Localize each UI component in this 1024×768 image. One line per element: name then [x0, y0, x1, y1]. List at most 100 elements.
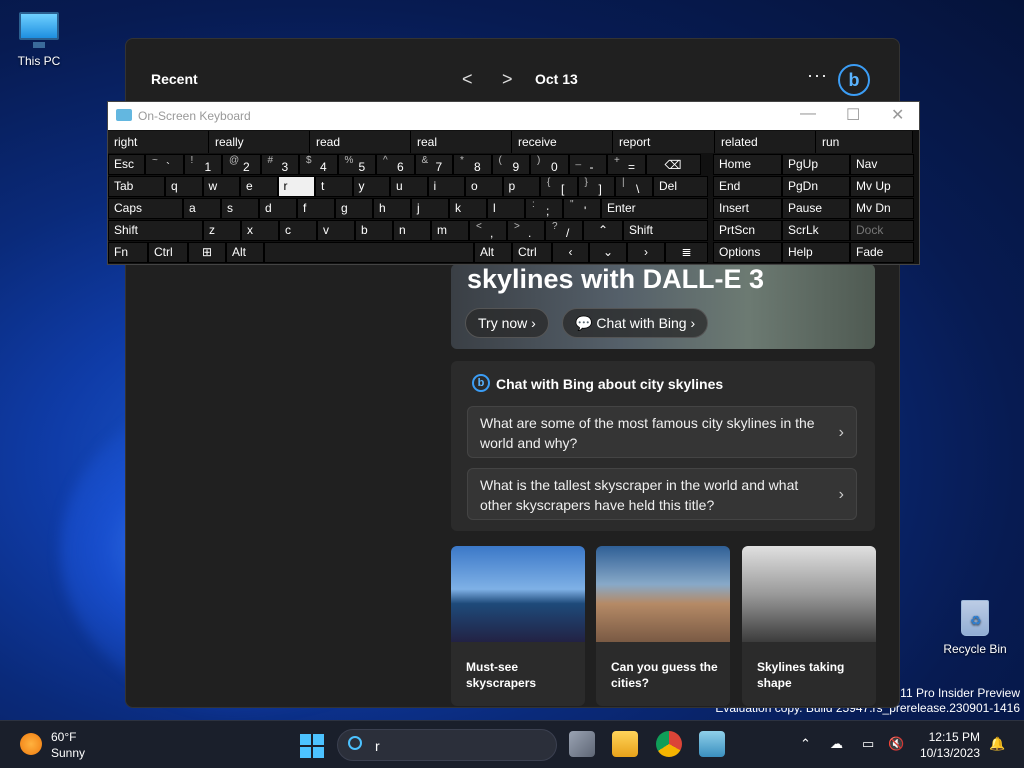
on-screen-keyboard-taskbar-icon[interactable] — [699, 731, 725, 757]
right-arrow-key[interactable]: › — [627, 242, 665, 263]
key-5[interactable]: % 5 — [337, 154, 376, 175]
right-shift-key[interactable]: Shift — [623, 220, 708, 241]
suggestion-related[interactable]: related — [715, 131, 816, 153]
next-day-button[interactable]: > — [502, 69, 513, 90]
tile-skylines-taking-shape[interactable]: Skylines taking shape — [742, 546, 876, 706]
help-key[interactable]: Help — [782, 242, 850, 263]
sun-icon[interactable] — [20, 733, 42, 755]
suggestion-right[interactable]: right — [108, 131, 209, 153]
suggestion-really[interactable]: really — [209, 131, 310, 153]
key-9[interactable]: (9 — [491, 154, 530, 175]
key-c[interactable]: c — [279, 220, 317, 241]
key-b[interactable]: b — [355, 220, 393, 241]
scrlk-key[interactable]: ScrLk — [782, 220, 850, 241]
maximize-button[interactable]: ☐ — [846, 105, 860, 125]
key-punct-1[interactable]: " ' — [563, 198, 601, 219]
down-arrow-key[interactable]: ⌄ — [589, 242, 627, 263]
start-button[interactable] — [300, 734, 324, 758]
fn-key[interactable]: Fn — [108, 242, 148, 263]
chrome-icon[interactable] — [656, 731, 682, 757]
tile-guess-the-cities[interactable]: Can you guess the cities? — [596, 546, 730, 706]
hero-card[interactable]: skylines with DALL-E 3 Try now › 💬 Chat … — [451, 264, 875, 349]
key-0[interactable]: ) 0 — [530, 154, 569, 175]
pgup-key[interactable]: PgUp — [782, 154, 850, 175]
key-q[interactable]: q — [165, 176, 203, 197]
suggestion-real[interactable]: real — [411, 131, 512, 153]
suggestion-report[interactable]: report — [613, 131, 715, 153]
key-m[interactable]: m — [431, 220, 469, 241]
mvup-key[interactable]: Mv Up — [850, 176, 914, 197]
minimize-button[interactable]: — — [800, 105, 816, 123]
del-key[interactable]: Del — [653, 176, 708, 197]
chat-question-2[interactable]: What is the tallest skyscraper in the wo… — [467, 468, 857, 520]
task-view-icon[interactable] — [569, 731, 595, 757]
menu-key-icon[interactable]: ≣ — [665, 242, 708, 263]
nav-key[interactable]: Nav — [850, 154, 914, 175]
right-ctrl-key[interactable]: Ctrl — [512, 242, 552, 263]
suggestion-read[interactable]: read — [310, 131, 411, 153]
key-w[interactable]: w — [202, 176, 240, 197]
key-p[interactable]: p — [502, 176, 540, 197]
key-y[interactable]: y — [352, 176, 390, 197]
key-punct-b0[interactable]: <, — [469, 220, 507, 241]
file-explorer-icon[interactable] — [612, 731, 638, 757]
key-n[interactable]: n — [393, 220, 431, 241]
key-f[interactable]: f — [297, 198, 335, 219]
key-h[interactable]: h — [373, 198, 411, 219]
key-r[interactable]: r — [277, 176, 315, 197]
suggestion-run[interactable]: run — [816, 131, 913, 153]
key-o[interactable]: o — [465, 176, 503, 197]
key-2[interactable]: @2 — [222, 154, 261, 175]
desktop-icon-this-pc[interactable]: This PC — [4, 10, 74, 68]
key-i[interactable]: i — [427, 176, 465, 197]
key-8[interactable]: * 8 — [453, 154, 492, 175]
network-icon[interactable]: ▭ — [862, 736, 874, 752]
key-4[interactable]: $4 — [299, 154, 338, 175]
fade-key[interactable]: Fade — [850, 242, 914, 263]
bing-icon[interactable]: b — [838, 64, 870, 96]
key-v[interactable]: v — [317, 220, 355, 241]
key-g[interactable]: g — [335, 198, 373, 219]
key-z[interactable]: z — [203, 220, 241, 241]
more-options-button[interactable]: ··· — [807, 65, 828, 86]
osk-titlebar[interactable]: On-Screen Keyboard — ☐ ✕ — [108, 102, 919, 130]
key-=[interactable]: + = — [607, 154, 646, 175]
key-punct-b2[interactable]: ? / — [545, 220, 583, 241]
key-d[interactable]: d — [259, 198, 297, 219]
key--[interactable]: _ - — [568, 154, 607, 175]
cloud-icon[interactable]: ☁ — [830, 736, 843, 752]
prev-day-button[interactable]: < — [462, 69, 473, 90]
right-alt-key[interactable]: Alt — [474, 242, 512, 263]
key-j[interactable]: j — [411, 198, 449, 219]
chevron-up-icon[interactable]: ⌃ — [800, 736, 811, 752]
end-key[interactable]: End — [713, 176, 782, 197]
key-s[interactable]: s — [221, 198, 259, 219]
tile-must-see-skyscrapers[interactable]: Must-see skyscrapers — [451, 546, 585, 706]
desktop-icon-recycle-bin[interactable]: ♻ Recycle Bin — [940, 598, 1010, 656]
options-key[interactable]: Options — [713, 242, 782, 263]
search-input[interactable]: r — [337, 729, 557, 761]
notification-bell-icon[interactable]: 🔔 — [989, 736, 1005, 752]
left-shift-key[interactable]: Shift — [108, 220, 203, 241]
home-key[interactable]: Home — [713, 154, 782, 175]
key-bracket-2[interactable]: | \ — [615, 176, 653, 197]
key-punct-b1[interactable]: >. — [507, 220, 545, 241]
volume-muted-icon[interactable]: 🔇 — [888, 736, 904, 752]
pgdn-key[interactable]: PgDn — [782, 176, 850, 197]
key-bracket-0[interactable]: {[ — [540, 176, 578, 197]
left-ctrl-key[interactable]: Ctrl — [148, 242, 188, 263]
caps-key[interactable]: Caps — [108, 198, 183, 219]
pause-key[interactable]: Pause — [782, 198, 850, 219]
clock[interactable]: 12:15 PM 10/13/2023 — [918, 729, 980, 761]
key-x[interactable]: x — [241, 220, 279, 241]
key-punct-0[interactable]: :; — [525, 198, 563, 219]
key-6[interactable]: ^ 6 — [376, 154, 415, 175]
key-1[interactable]: ! 1 — [183, 154, 222, 175]
key-3[interactable]: #3 — [260, 154, 299, 175]
left-arrow-key[interactable]: ‹ — [552, 242, 589, 263]
enter-key[interactable]: Enter — [601, 198, 708, 219]
up-arrow-key[interactable]: ⌃ — [583, 220, 623, 241]
close-button[interactable]: ✕ — [891, 105, 904, 125]
chat-with-bing-button[interactable]: 💬 Chat with Bing › — [562, 308, 709, 338]
key-`[interactable]: ~ ` — [145, 154, 184, 175]
